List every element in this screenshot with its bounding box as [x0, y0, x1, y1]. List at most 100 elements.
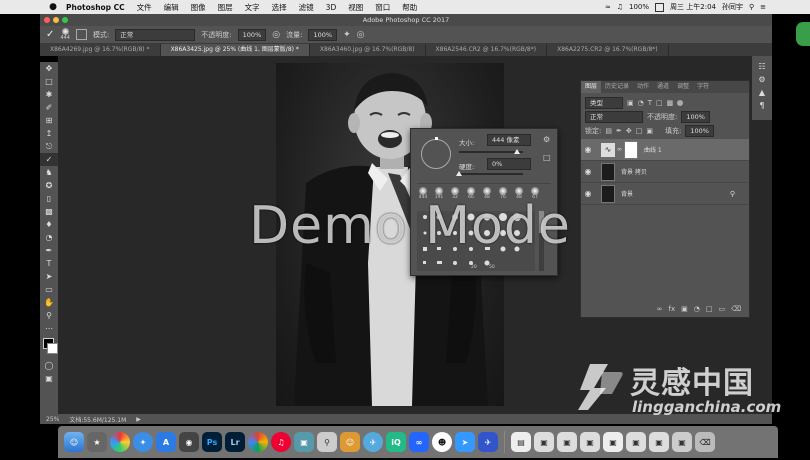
properties-panel-icon[interactable]: ⚙ [752, 73, 772, 86]
menu-filter[interactable]: 滤镜 [293, 2, 320, 13]
new-preset-icon[interactable]: □ [543, 153, 551, 162]
screenshot-file-icon[interactable]: ▣ [649, 432, 669, 452]
brush-tool-icon-selected[interactable]: ✓ [40, 153, 58, 166]
trash-bin-icon[interactable]: ⌫ [695, 432, 715, 452]
netease-music-icon[interactable]: ♫ [271, 432, 291, 452]
visibility-eye-icon[interactable]: ◉ [581, 145, 595, 154]
keychain-icon[interactable]: ⚲ [317, 432, 337, 452]
menu-view[interactable]: 视图 [342, 2, 369, 13]
screenshot-file-icon[interactable]: ▣ [580, 432, 600, 452]
tab-layers[interactable]: 图层 [581, 81, 602, 93]
gradient-tool-icon[interactable]: ▩ [40, 205, 58, 218]
shape-tool-icon[interactable]: ▭ [40, 283, 58, 296]
twitter-client-icon[interactable]: ✈ [478, 432, 498, 452]
layer-mask-thumbnail[interactable] [624, 140, 638, 159]
close-window-button[interactable] [44, 17, 50, 23]
screenshot-file-icon[interactable]: ▣ [672, 432, 692, 452]
menu-app-name[interactable]: Photoshop CC [60, 3, 131, 12]
settings-gear-icon[interactable]: ⚙ [543, 135, 550, 144]
photoshop-icon[interactable]: Ps [202, 432, 222, 452]
pen-tool-icon[interactable]: ✒ [40, 244, 58, 257]
layer-name[interactable]: 背景 [621, 189, 633, 198]
add-mask-icon[interactable]: ▣ [681, 305, 688, 313]
filter-adjustment-icon[interactable]: ◔ [638, 99, 644, 107]
menu-file[interactable]: 文件 [131, 2, 158, 13]
side-tab-button[interactable] [796, 22, 810, 46]
clone-stamp-tool-icon[interactable]: ♞ [40, 166, 58, 179]
zoom-level[interactable]: 25% [46, 416, 59, 423]
new-adjustment-icon[interactable]: ◔ [694, 305, 700, 313]
visibility-eye-icon[interactable]: ◉ [581, 167, 595, 176]
doc-tab-active[interactable]: X86A3425.jpg @ 25% (曲线 1, 图层蒙版/8) * [160, 44, 310, 56]
filter-smart-object-icon[interactable]: ▩ [667, 99, 674, 107]
screenshot-file-icon[interactable]: ▣ [603, 432, 623, 452]
filter-type-icon[interactable]: T [648, 99, 652, 107]
lock-position-icon[interactable]: ✥ [626, 127, 632, 135]
tab-adjustments[interactable]: 调整 [673, 81, 693, 93]
character-panel-icon[interactable]: ¶ [752, 99, 772, 112]
dodge-tool-icon[interactable]: ◔ [40, 231, 58, 244]
zoom-window-button[interactable] [62, 17, 68, 23]
menu-image[interactable]: 图像 [185, 2, 212, 13]
lock-pixels-icon[interactable]: ✒ [616, 127, 622, 135]
new-layer-icon[interactable]: ▭ [718, 305, 725, 313]
baidu-netdisk-icon[interactable]: ∞ [409, 432, 429, 452]
lock-artboard-icon[interactable]: □ [636, 127, 643, 135]
menubar-user[interactable]: 孙同宇 [722, 2, 743, 12]
search-icon[interactable]: ⚲ [749, 3, 754, 11]
background-color-swatch[interactable] [47, 343, 58, 354]
blur-tool-icon[interactable]: ♦ [40, 218, 58, 231]
filter-toggle[interactable] [677, 100, 684, 106]
minimize-window-button[interactable] [53, 17, 59, 23]
zoom-tool-icon[interactable]: ⚲ [40, 309, 58, 322]
pressure-opacity-icon[interactable]: ◎ [272, 30, 280, 40]
size-slider-thumb[interactable] [514, 149, 520, 154]
lightroom-icon[interactable]: Lr [225, 432, 245, 452]
eyedropper-tool-icon[interactable]: ↥ [40, 127, 58, 140]
healing-tool-icon[interactable]: ⎋ [40, 140, 58, 153]
link-layers-icon[interactable]: ∞ [657, 305, 663, 313]
screenshot-file-icon[interactable]: ▣ [626, 432, 646, 452]
menu-list-icon[interactable]: ≡ [760, 3, 766, 11]
layer-name[interactable]: 曲线 1 [644, 145, 662, 154]
menu-window[interactable]: 窗口 [369, 2, 396, 13]
roundness-handle[interactable] [435, 137, 438, 140]
battery-percent[interactable]: 100% [629, 3, 649, 11]
hardness-slider-thumb[interactable] [456, 171, 462, 176]
hardness-field[interactable]: 0% [487, 158, 531, 170]
fx-icon[interactable]: fx [669, 305, 676, 313]
menubar-clock[interactable]: 周三 上午2:04 [670, 2, 716, 12]
path-select-tool-icon[interactable]: ➤ [40, 270, 58, 283]
history-panel-icon[interactable]: ☷ [752, 60, 772, 73]
document-size[interactable]: 文档:55.6M/125.1M [69, 415, 126, 424]
menu-type[interactable]: 文字 [239, 2, 266, 13]
menu-layer[interactable]: 图层 [212, 2, 239, 13]
mode-select[interactable]: 正常 [115, 28, 196, 41]
messenger-cat-icon[interactable]: ☺ [340, 432, 360, 452]
brush-preset-picker[interactable]: 444 [60, 28, 70, 41]
blend-mode-select[interactable]: 正常 [585, 111, 643, 123]
hardness-slider[interactable] [459, 173, 523, 175]
doc-tab[interactable]: X86A2275.CR2 @ 16.7%(RGB/8*) [547, 44, 669, 56]
menu-select[interactable]: 选择 [266, 2, 293, 13]
crop-tool-icon[interactable]: ⊞ [40, 114, 58, 127]
screen-capture-icon[interactable]: ▣ [294, 432, 314, 452]
screenshot-file-icon[interactable]: ▣ [557, 432, 577, 452]
new-group-icon[interactable]: □ [706, 305, 713, 313]
layer-row-background-copy[interactable]: ◉ 背景 拷贝 [581, 161, 749, 183]
status-menu-chevron-icon[interactable]: ▶ [136, 416, 141, 423]
airmail-icon[interactable]: ➤ [455, 432, 475, 452]
camera-app-icon[interactable]: ◉ [179, 432, 199, 452]
qq-icon[interactable]: ☻ [432, 432, 452, 452]
tab-actions[interactable]: 动作 [633, 81, 653, 93]
chrome-icon[interactable] [248, 432, 268, 452]
finder-icon[interactable]: ☺ [64, 432, 84, 452]
lock-transparent-icon[interactable]: ▤ [605, 127, 612, 135]
photos-icon[interactable] [110, 432, 130, 452]
flow-field[interactable]: 100% [308, 28, 338, 41]
iqiyi-icon[interactable]: iQ [386, 432, 406, 452]
move-tool-icon[interactable]: ✥ [40, 62, 58, 75]
layer-name[interactable]: 背景 拷贝 [621, 167, 647, 176]
color-swatches[interactable] [40, 335, 58, 359]
hand-tool-icon[interactable]: ✋ [40, 296, 58, 309]
